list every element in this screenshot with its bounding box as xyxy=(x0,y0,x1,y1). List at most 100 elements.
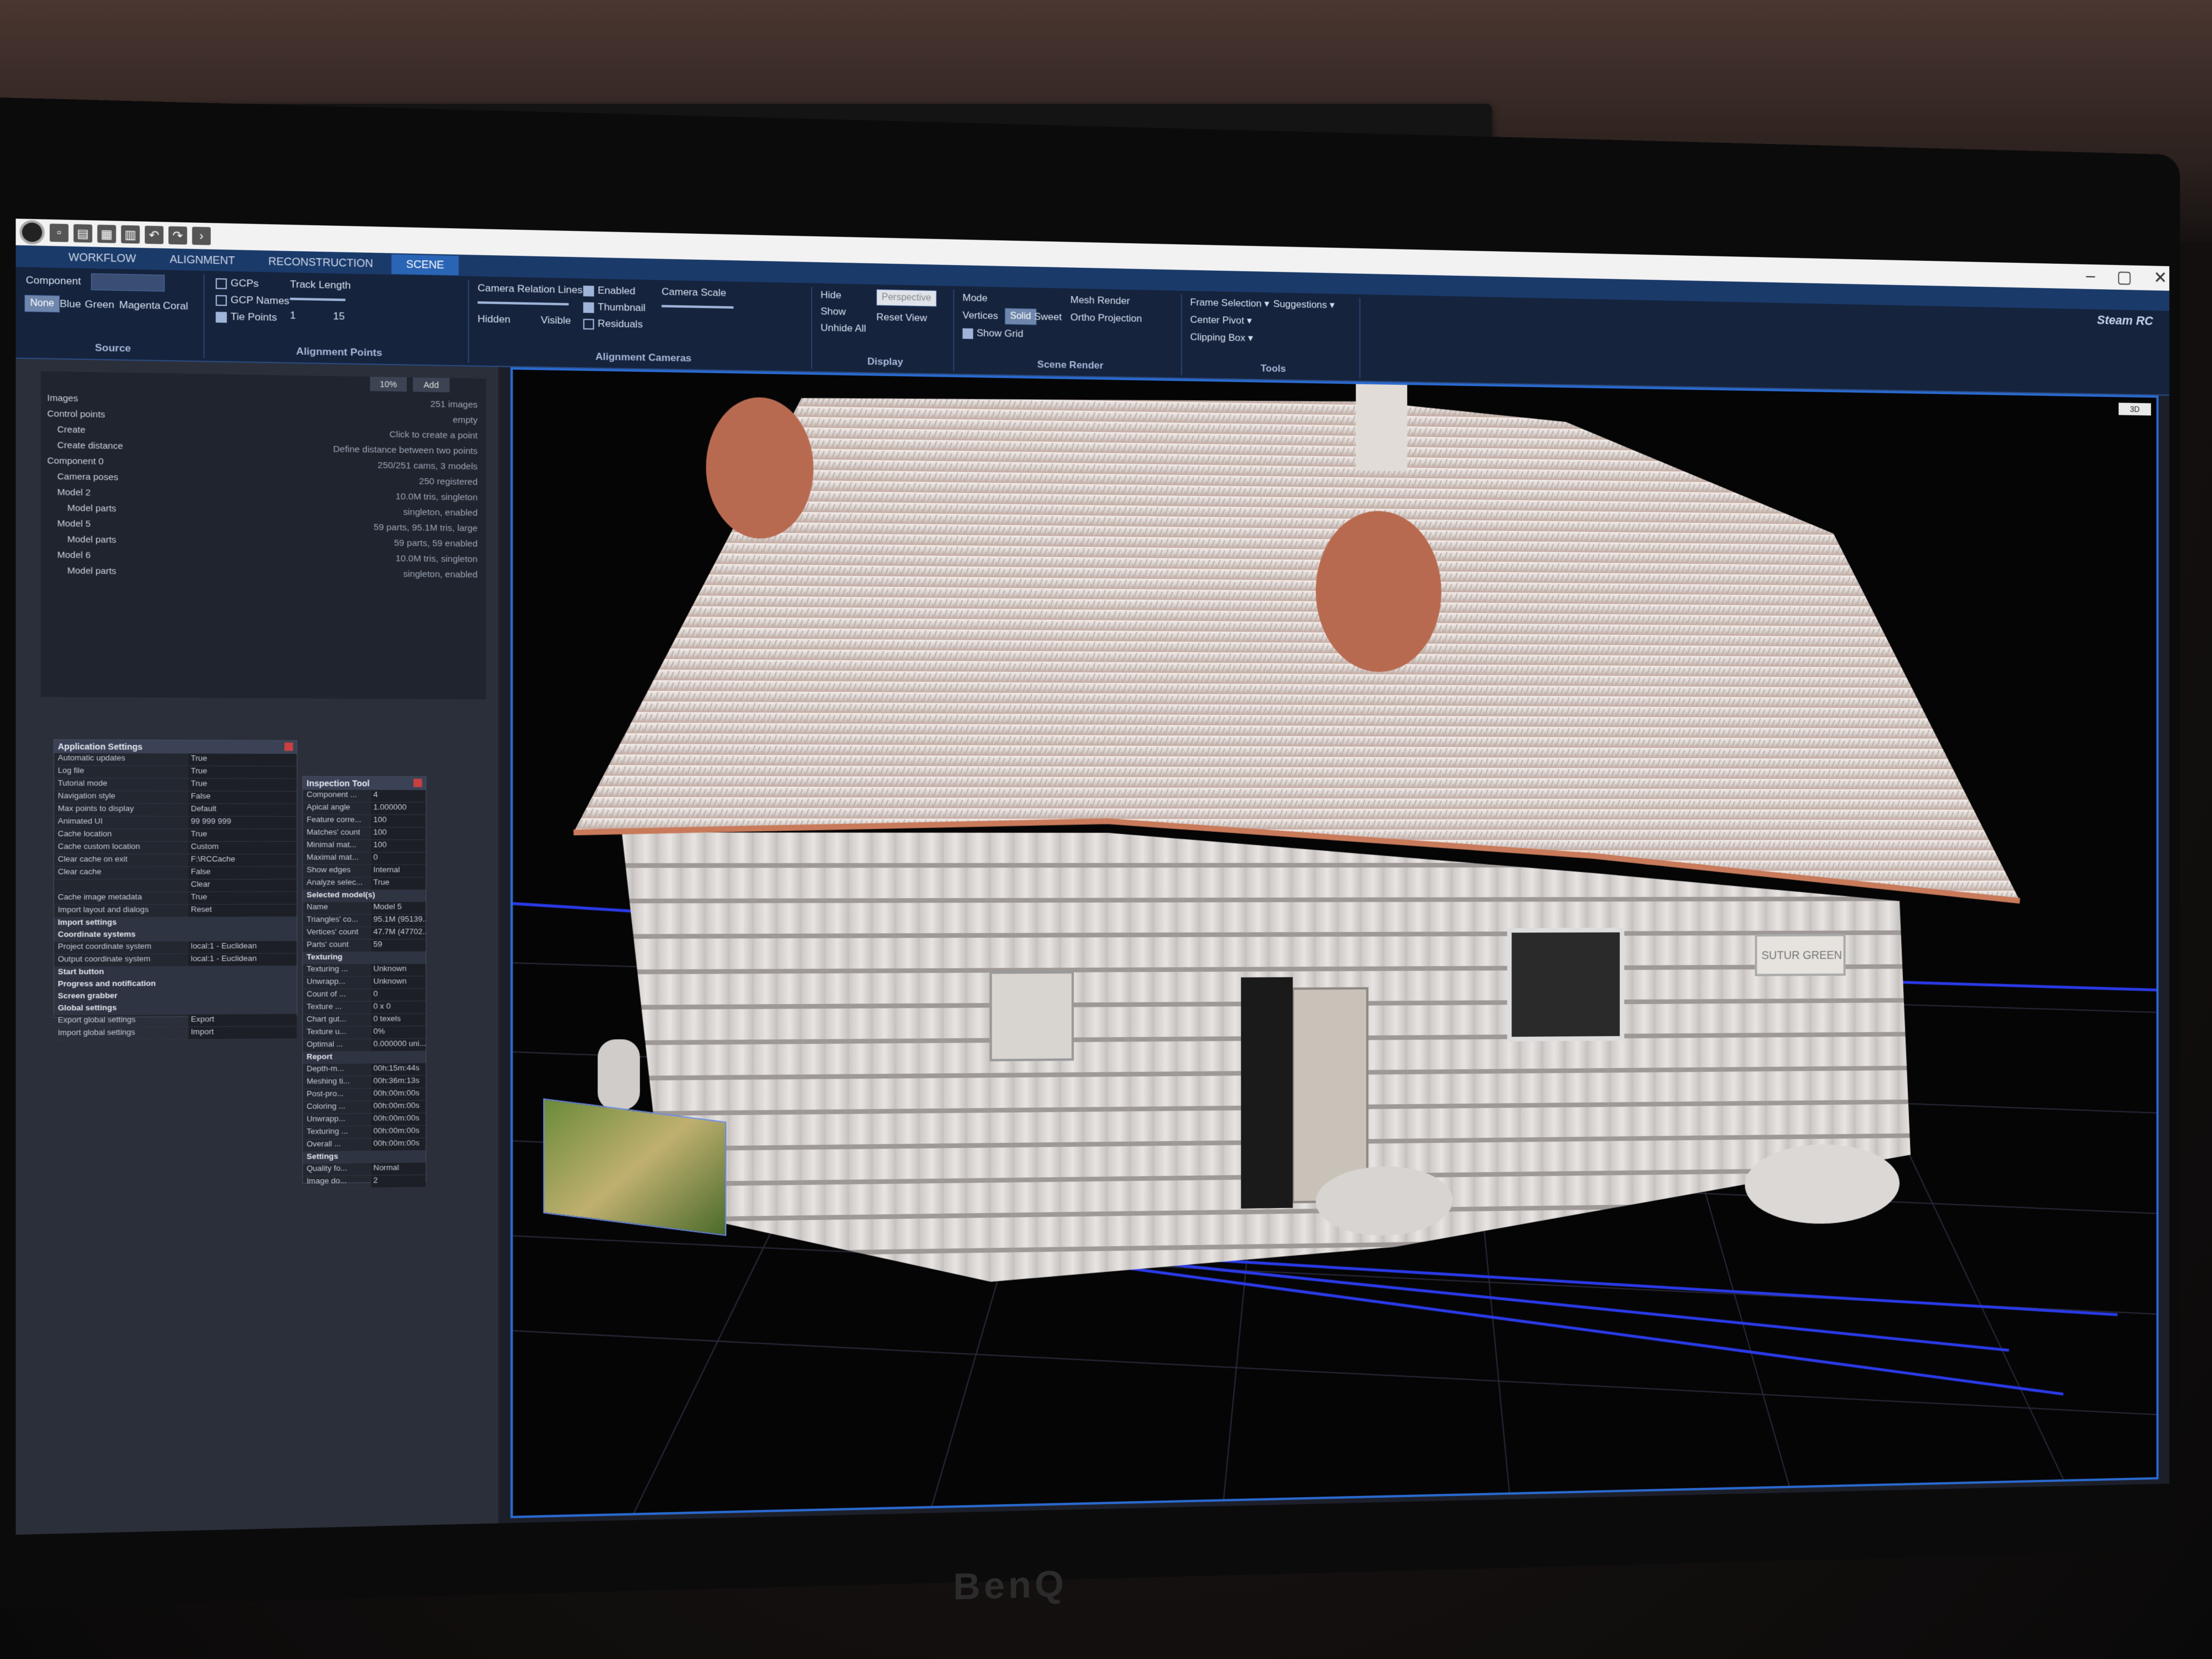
property-section[interactable]: Settings xyxy=(303,1151,426,1164)
property-value[interactable]: 59 xyxy=(371,940,426,952)
property-row[interactable]: Log file True xyxy=(54,766,297,779)
property-row[interactable]: Project coordinate system local:1 - Eucli… xyxy=(54,941,297,955)
undo-icon[interactable]: ↶ xyxy=(145,226,163,244)
property-row[interactable]: Minimal mat... 100 xyxy=(303,840,426,853)
property-row[interactable]: Clear xyxy=(54,880,297,892)
property-row[interactable]: Texturing ... Unknown xyxy=(303,964,426,977)
property-section[interactable]: Screen grabber xyxy=(54,990,297,1003)
property-row[interactable]: Feature corre... 100 xyxy=(303,815,426,828)
property-value[interactable]: True xyxy=(188,829,297,841)
tree-item[interactable]: Model parts singleton, enabled xyxy=(41,566,486,583)
suggestions-button[interactable]: Suggestions ▾ xyxy=(1273,298,1334,311)
gcp-names-checkbox[interactable]: GCP Names xyxy=(215,294,289,307)
projection-select[interactable]: Perspective xyxy=(876,289,936,307)
property-value[interactable]: 100 xyxy=(371,840,426,852)
property-value[interactable]: 00h:00m:00s xyxy=(371,1138,426,1151)
property-row[interactable]: Image do... 2 xyxy=(303,1175,426,1189)
property-row[interactable]: Output coordinate system local:1 - Euclid… xyxy=(54,953,297,967)
residuals-checkbox[interactable]: Residuals xyxy=(583,317,642,330)
show-button[interactable]: Show xyxy=(821,306,846,318)
tab-scene[interactable]: SCENE xyxy=(392,254,459,275)
property-value[interactable]: True xyxy=(188,892,297,904)
property-value[interactable]: Custom xyxy=(188,842,297,854)
property-value[interactable]: 4 xyxy=(371,790,426,802)
tie-points-checkbox[interactable]: Tie Points xyxy=(215,310,276,324)
save-icon[interactable]: ▦ xyxy=(97,225,116,243)
close-icon[interactable] xyxy=(285,743,293,751)
property-row[interactable]: Component ... 4 xyxy=(303,790,426,802)
property-value[interactable]: 00h:00m:00s xyxy=(371,1088,426,1100)
property-row[interactable]: Import global settings Import xyxy=(54,1027,297,1041)
property-value[interactable]: 0 x 0 xyxy=(371,1001,426,1013)
property-value[interactable]: 00h:00m:00s xyxy=(371,1126,426,1138)
property-row[interactable]: Texture ... 0 x 0 xyxy=(303,1001,426,1014)
property-value[interactable]: Import xyxy=(188,1027,297,1039)
track-length-slider[interactable] xyxy=(290,298,345,301)
maximize-icon[interactable]: ▢ xyxy=(2117,267,2133,287)
property-value[interactable]: False xyxy=(188,791,297,804)
property-value[interactable]: Internal xyxy=(371,865,426,877)
property-row[interactable]: Count of ... 0 xyxy=(303,989,426,1002)
property-value[interactable]: 100 xyxy=(371,815,426,827)
property-section[interactable]: Selected model(s) xyxy=(303,890,426,902)
color-coral-button[interactable]: Coral xyxy=(163,300,188,313)
property-row[interactable]: Show edges Internal xyxy=(303,865,426,878)
property-row[interactable]: Cache custom location Custom xyxy=(54,842,297,854)
property-section[interactable]: Texturing xyxy=(303,952,426,964)
property-section[interactable]: Start button xyxy=(54,966,297,979)
open-project-icon[interactable]: ▤ xyxy=(74,224,93,243)
property-section[interactable]: Global settings xyxy=(54,1002,297,1015)
property-section[interactable]: Import settings xyxy=(54,917,297,930)
property-row[interactable]: Clear cache False xyxy=(54,867,297,880)
camera-scale-slider[interactable] xyxy=(661,305,733,309)
property-value[interactable]: 00h:00m:00s xyxy=(371,1101,426,1113)
property-value[interactable]: 100 xyxy=(371,828,426,840)
property-row[interactable]: Name Model 5 xyxy=(303,902,426,915)
property-row[interactable]: Overall ... 00h:00m:00s xyxy=(303,1138,426,1152)
minimize-icon[interactable]: – xyxy=(2086,267,2095,286)
property-row[interactable]: Matches' count 100 xyxy=(303,827,426,840)
property-row[interactable]: Cache location True xyxy=(54,829,297,842)
property-row[interactable]: Analyze selec... True xyxy=(303,877,426,890)
tree-item[interactable]: Model parts singleton, enabled xyxy=(41,503,486,521)
property-value[interactable]: local:1 - Euclidean xyxy=(188,953,297,966)
tab-workflow[interactable]: WORKFLOW xyxy=(54,247,151,269)
center-pivot-button[interactable]: Center Pivot ▾ xyxy=(1190,314,1252,327)
property-row[interactable]: Meshing ti... 00h:36m:13s xyxy=(303,1075,426,1089)
property-row[interactable]: Post-pro... 00h:00m:00s xyxy=(303,1088,426,1102)
property-value[interactable]: 99 999 999 xyxy=(188,816,297,828)
property-row[interactable]: Optimal ... 0.000000 uni... xyxy=(303,1039,426,1052)
property-section[interactable]: Progress and notification xyxy=(54,978,297,991)
property-row[interactable]: Coloring ... 00h:00m:00s xyxy=(303,1101,426,1115)
vertices-button[interactable]: Vertices xyxy=(963,309,998,321)
camera-relation-slider[interactable] xyxy=(478,301,569,305)
reset-view-button[interactable]: Reset View xyxy=(876,312,927,324)
property-value[interactable]: Default xyxy=(188,804,297,816)
enabled-checkbox[interactable]: Enabled xyxy=(583,285,635,297)
property-value[interactable]: 95.1M (95139... xyxy=(371,914,426,926)
property-row[interactable]: Clear cache on exit F:\RCCache xyxy=(54,854,297,867)
tab-alignment[interactable]: ALIGNMENT xyxy=(155,249,250,271)
mesh-render-button[interactable]: Mesh Render xyxy=(1070,294,1130,307)
property-value[interactable]: 0 texels xyxy=(371,1014,426,1026)
property-row[interactable]: Unwrapp... Unknown xyxy=(303,976,426,990)
frame-selection-button[interactable]: Frame Selection ▾ xyxy=(1190,297,1269,310)
close-icon[interactable] xyxy=(414,779,422,787)
tab-reconstruction[interactable]: RECONSTRUCTION xyxy=(253,251,388,274)
app-logo-icon[interactable] xyxy=(20,220,45,245)
ortho-projection-button[interactable]: Ortho Projection xyxy=(1070,312,1142,325)
property-value[interactable]: 1.000000 xyxy=(371,802,426,815)
tree-item[interactable]: Model 5 59 parts, 95.1M tris, large xyxy=(41,518,486,537)
property-section[interactable]: Coordinate systems xyxy=(54,929,297,942)
property-value[interactable]: F:\RCCache xyxy=(188,854,297,866)
property-row[interactable]: Navigation style False xyxy=(54,791,297,804)
property-value[interactable]: Reset xyxy=(188,904,297,916)
property-value[interactable]: 0% xyxy=(371,1027,426,1039)
show-grid-checkbox[interactable]: Show Grid xyxy=(963,327,1023,340)
thumbnail-checkbox[interactable]: Thumbnail xyxy=(583,301,645,315)
sweet-button[interactable]: Sweet xyxy=(1034,311,1062,323)
property-value[interactable]: True xyxy=(188,753,297,766)
property-value[interactable]: True xyxy=(371,877,426,889)
color-magenta-button[interactable]: Magenta xyxy=(119,299,161,312)
property-value[interactable]: False xyxy=(188,867,297,879)
